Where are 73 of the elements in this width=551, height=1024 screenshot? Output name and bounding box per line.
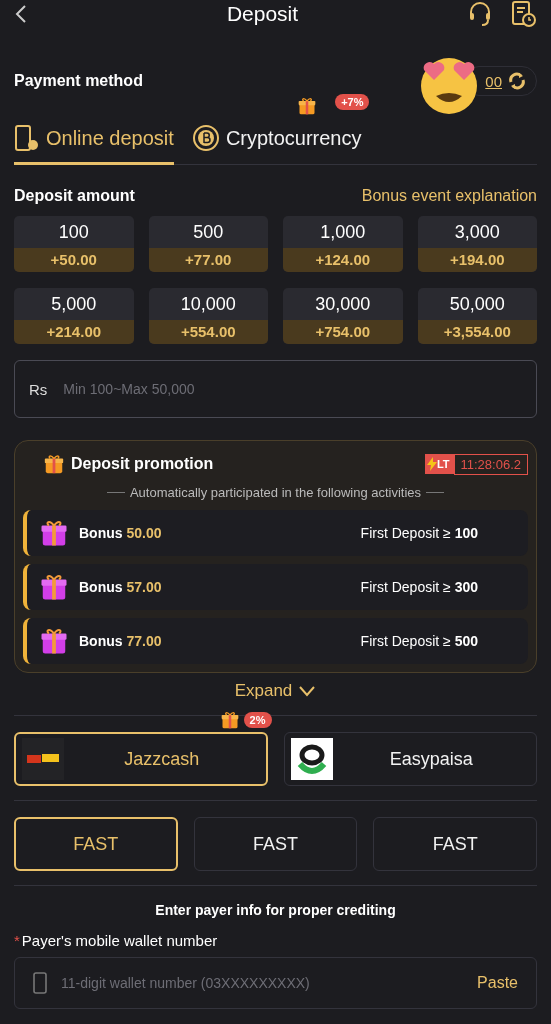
amount-value: 10,000	[179, 293, 237, 316]
bonus-explanation-link[interactable]: Bonus event explanation	[361, 187, 537, 205]
amount-option[interactable]: 5,000 +214.00	[14, 288, 134, 344]
required-mark: *	[14, 932, 20, 949]
bonus-value: +124.00	[283, 248, 403, 272]
wallet-option[interactable]: Easypaisa	[283, 732, 537, 786]
bonus-value: +194.00	[417, 248, 537, 272]
paste-button[interactable]: Paste	[477, 974, 518, 992]
bonus-text: Bonus 57.00	[79, 579, 163, 595]
jazzcash-logo	[22, 738, 64, 780]
payment-tab[interactable]: Online deposit	[14, 120, 174, 165]
payer-info-heading: Enter payer info for proper crediting	[154, 902, 397, 918]
chevron-down-icon	[298, 685, 317, 697]
amount-option[interactable]: 100 +50.00	[14, 216, 134, 272]
refresh-icon[interactable]	[506, 70, 528, 92]
amount-option[interactable]: 3,000 +194.00	[417, 216, 537, 272]
amount-value: 50,000	[448, 293, 506, 316]
channel-option[interactable]: FAST	[14, 817, 178, 871]
gift-icon	[219, 710, 240, 730]
amount-option[interactable]: 10,000 +554.00	[148, 288, 268, 344]
bonus-value: +77.00	[148, 248, 268, 272]
wallet-number-field[interactable]: 11-digit wallet number (03XXXXXXXXX) Paste	[14, 957, 537, 1009]
bonus-value: +754.00	[283, 320, 403, 344]
bonus-value: +3,554.00	[417, 320, 537, 344]
gift-icon	[39, 518, 69, 548]
deposit-condition: First Deposit ≥ 300	[360, 579, 478, 595]
countdown-timer: 11:28:06.2	[453, 453, 528, 475]
currency-label: Rs	[29, 380, 48, 398]
amount-value: 100	[57, 221, 90, 244]
bonus-value: +554.00	[148, 320, 268, 344]
bonus-value: +50.00	[14, 248, 134, 272]
amount-option[interactable]: 50,000 +3,554.00	[417, 288, 537, 344]
bonus-badge: +7%	[335, 94, 370, 110]
gift-icon	[39, 572, 69, 602]
field-label: Payer's mobile wallet number	[21, 932, 218, 949]
history-icon[interactable]	[511, 0, 537, 28]
balance-amount: 00	[485, 72, 502, 90]
bonus-text: Bonus 77.00	[79, 633, 163, 649]
amount-option[interactable]: 1,000 +124.00	[283, 216, 403, 272]
amount-value: 1,000	[319, 221, 367, 244]
amount-value: 3,000	[453, 221, 501, 244]
deposit-condition: First Deposit ≥ 100	[360, 525, 478, 541]
gift-icon	[39, 626, 69, 656]
amount-option[interactable]: 500 +77.00	[148, 216, 268, 272]
headset-icon[interactable]	[467, 0, 493, 28]
gift-icon	[297, 96, 318, 116]
amount-value: 500	[192, 221, 225, 244]
amount-field[interactable]: Rs Min 100~Max 50,000	[14, 360, 537, 418]
bitcoin-coin-icon	[191, 124, 220, 152]
section-title: Deposit amount	[14, 187, 135, 205]
wallet-number-input[interactable]: 11-digit wallet number (03XXXXXXXXX)	[59, 974, 466, 992]
phone-icon	[14, 124, 40, 152]
gift-icon	[43, 453, 65, 475]
bonus-text: Bonus 50.00	[79, 525, 163, 541]
limited-time-tag: LT	[424, 454, 454, 474]
bonus-badge: 2%	[243, 712, 272, 728]
section-title: Payment method	[14, 72, 143, 90]
channel-option[interactable]: FAST	[193, 817, 358, 871]
amount-value: 30,000	[314, 293, 372, 316]
phone-icon	[33, 972, 47, 994]
bonus-value: +214.00	[14, 320, 134, 344]
page-title: Deposit	[226, 2, 299, 26]
promotion-subtitle: Automatically participated in the following activities	[129, 485, 422, 500]
easypaisa-logo	[290, 738, 333, 780]
promotion-title: Deposit promotion	[71, 455, 214, 473]
amount-input[interactable]: Min 100~Max 50,000	[61, 380, 522, 398]
amount-option[interactable]: 30,000 +754.00	[283, 288, 403, 344]
lightning-icon	[426, 457, 437, 471]
amount-value: 5,000	[50, 293, 98, 316]
expand-button[interactable]: Expand	[14, 681, 537, 701]
channel-option[interactable]: FAST	[373, 817, 537, 871]
back-icon[interactable]	[14, 4, 28, 24]
deposit-condition: First Deposit ≥ 500	[360, 633, 478, 649]
